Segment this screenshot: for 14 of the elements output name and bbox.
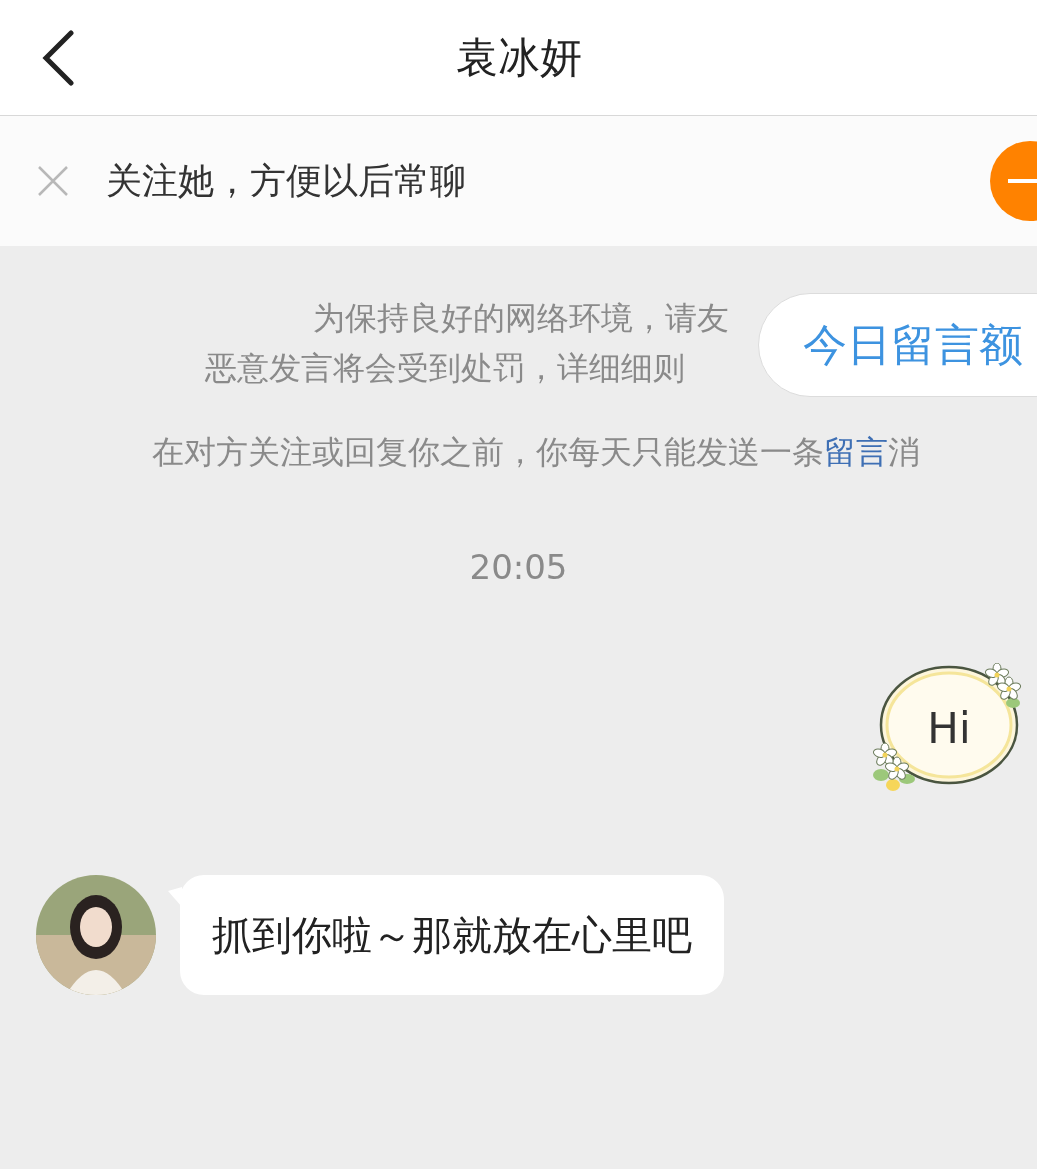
message-text: 抓到你啦～那就放在心里吧 xyxy=(212,911,692,960)
notice-text: 为保持良好的网络环境，请友 xyxy=(313,298,729,338)
follow-prompt: 关注她，方便以后常聊 xyxy=(106,159,466,203)
quota-text: 今日留言额 xyxy=(803,318,1023,372)
close-button[interactable] xyxy=(36,164,70,198)
notice-text: 在对方关注或回复你之前，你每天只能发送一条留言消 xyxy=(152,432,920,472)
message-link[interactable]: 留言 xyxy=(824,433,888,471)
notice-text: 恶意发言将会受到处罚，详细细则 xyxy=(205,348,685,388)
close-icon xyxy=(37,165,69,197)
message-time: 20:05 xyxy=(469,546,568,589)
window-title: 袁冰妍 xyxy=(455,32,582,84)
plus-icon xyxy=(1008,179,1037,183)
back-icon xyxy=(41,29,75,86)
message-text: Hi xyxy=(927,702,971,755)
